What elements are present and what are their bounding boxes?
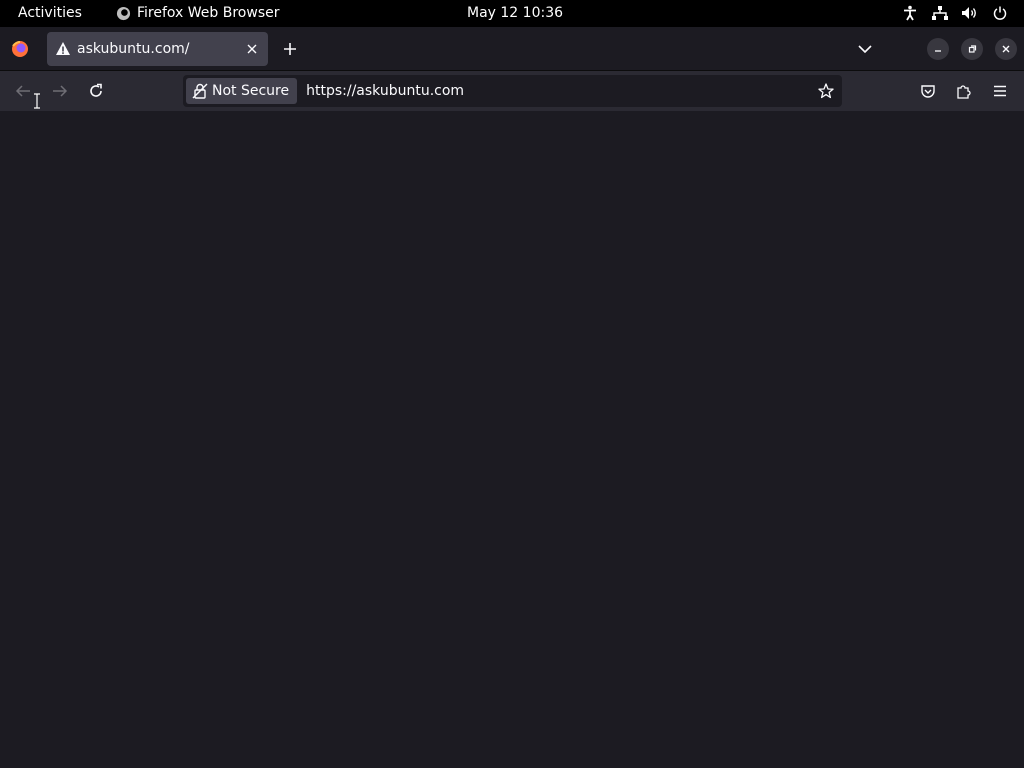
restore-icon[interactable] [961,38,983,60]
minimize-icon[interactable] [927,38,949,60]
activities-button[interactable]: Activities [18,5,82,21]
system-tray[interactable] [902,5,1008,21]
power-icon[interactable] [992,5,1008,21]
tab-title: askubuntu.com/ [77,41,190,57]
page-content[interactable] [0,111,1024,768]
url-text[interactable]: https://askubuntu.com [306,83,814,99]
pocket-icon[interactable] [916,79,940,103]
tab-close-icon[interactable] [240,37,264,61]
app-name: Firefox Web Browser [137,5,280,21]
insecure-lock-icon [192,83,208,99]
warning-icon [56,42,70,55]
firefox-app-icon [116,6,131,20]
back-icon[interactable] [11,79,35,103]
app-menu[interactable]: Firefox Web Browser [116,5,280,21]
text-cursor-icon [34,93,40,109]
navigation-toolbar: Not Secure https://askubuntu.com [0,71,1024,111]
network-icon[interactable] [932,5,948,21]
tab-strip: askubuntu.com/ [0,27,1024,71]
bookmark-star-icon[interactable] [814,79,838,103]
reload-icon[interactable] [84,79,108,103]
system-top-bar: Activities Firefox Web Browser May 12 10… [0,0,1024,27]
menu-icon[interactable] [988,79,1012,103]
list-all-tabs-icon[interactable] [854,38,876,60]
new-tab-icon[interactable] [279,38,301,60]
forward-icon[interactable] [48,79,72,103]
close-window-icon[interactable] [995,38,1017,60]
volume-icon[interactable] [962,5,978,21]
security-label: Not Secure [212,83,290,99]
url-bar[interactable]: Not Secure https://askubuntu.com [183,75,842,107]
firefox-view-icon[interactable] [10,39,30,59]
tab-askubuntu[interactable]: askubuntu.com/ [47,32,268,66]
clock[interactable]: May 12 10:36 [467,5,563,21]
accessibility-icon[interactable] [902,5,918,21]
extensions-icon[interactable] [952,79,976,103]
site-security-indicator[interactable]: Not Secure [186,78,298,104]
